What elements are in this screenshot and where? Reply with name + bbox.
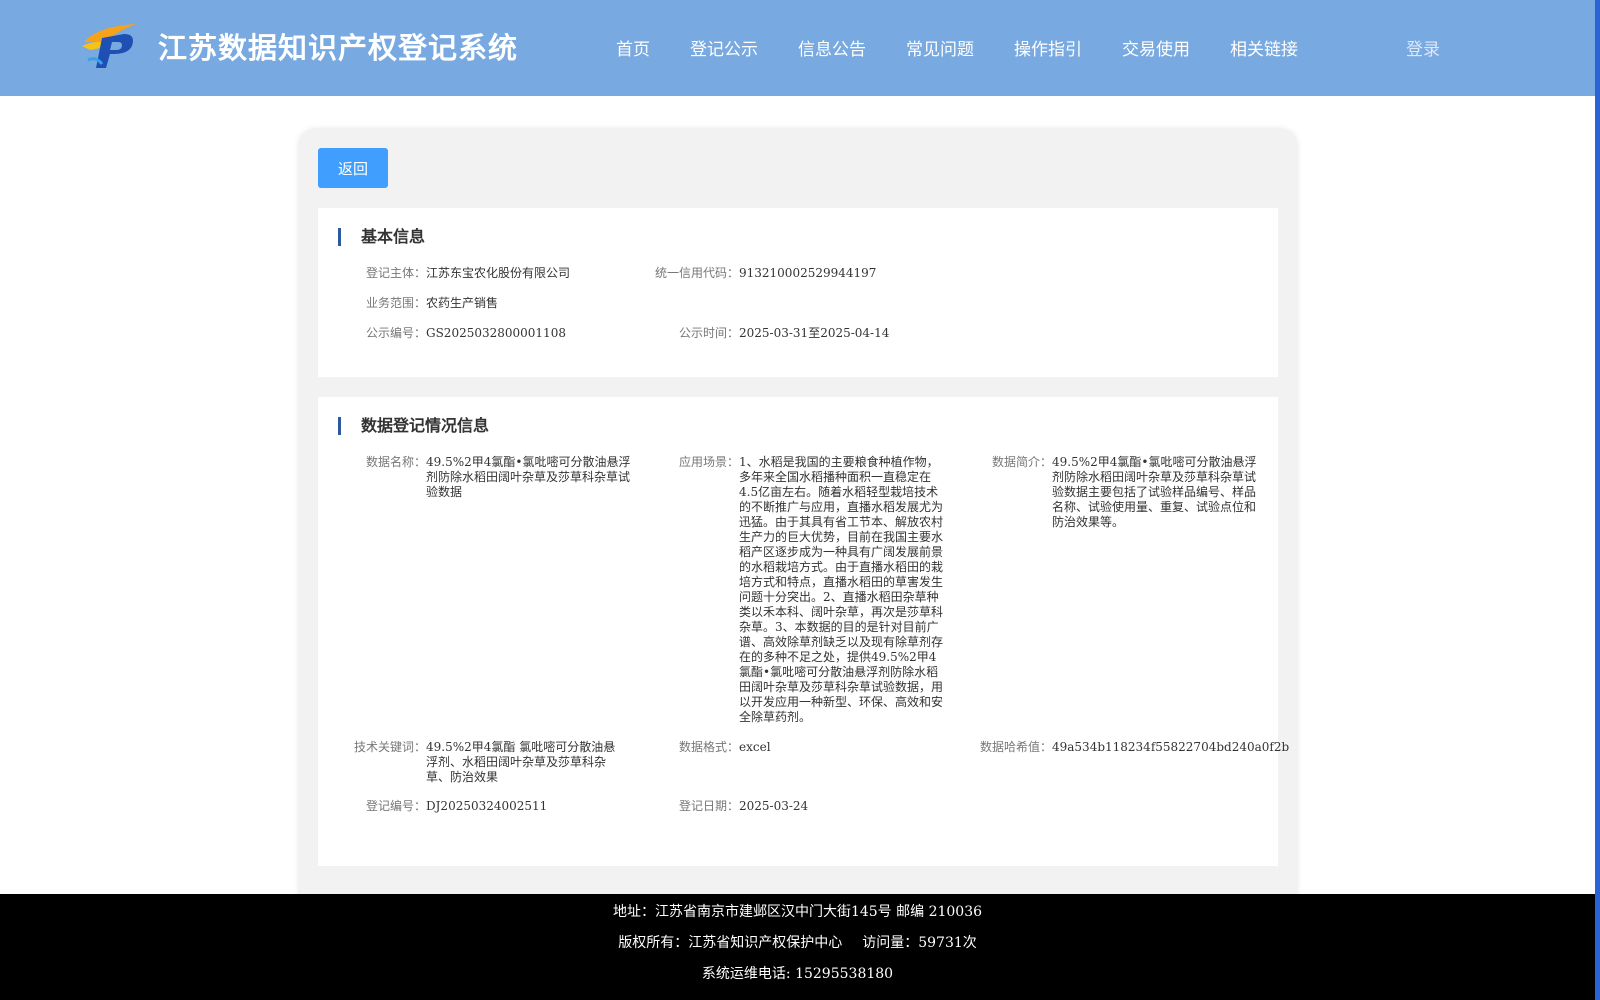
subject-label: 登记主体：	[365, 266, 426, 280]
nav-home[interactable]: 首页	[616, 35, 650, 60]
keywords-value: 49.5%2甲4氯酯 氯吡嘧可分散油悬浮剂、水稻田阔叶杂草及莎草科杂草、防治效果	[426, 740, 616, 784]
subject-value: 江苏东宝农化股份有限公司	[426, 266, 571, 280]
credit-code-value: 913210002529944197	[739, 266, 877, 280]
credit-code-field: 统一信用代码： 913210002529944197	[631, 266, 876, 281]
scope-value: 农药生产销售	[426, 296, 499, 310]
footer-address: 地址：江苏省南京市建邺区汉中门大街145号 邮编 210036	[612, 904, 983, 920]
site-title[interactable]: 江苏数据知识产权登记系统	[158, 25, 518, 67]
login-link[interactable]: 登录	[1406, 35, 1440, 60]
scrollbar[interactable]	[1595, 0, 1600, 1000]
data-registration-panel: 数据登记情况信息 数据名称： 49.5%2甲4氯酯•氯吡嘧可分散油悬浮剂防除水稻…	[318, 397, 1289, 866]
data-hash-field: 数据哈希值： 49a534b118234f55822704bd240a0f2b	[962, 740, 1289, 755]
data-format-field: 数据格式： excel	[661, 740, 771, 755]
nav-links[interactable]: 相关链接	[1230, 35, 1298, 60]
scope-field: 业务范围： 农药生产销售	[348, 296, 498, 311]
footer-copyright: 版权所有：江苏省知识产权保护中心	[618, 935, 843, 951]
data-intro-field: 数据简介： 49.5%2甲4氯酯•氯吡嘧可分散油悬浮剂防除水稻田阔叶杂草及莎草科…	[974, 455, 1258, 530]
footer-copyright-line: 版权所有：江苏省知识产权保护中心 访问量：59731次	[0, 928, 1595, 959]
data-hash-label: 数据哈希值：	[979, 740, 1052, 754]
site-footer: 地址：江苏省南京市建邺区汉中门大街145号 邮编 210036 版权所有：江苏省…	[0, 894, 1595, 1000]
data-format-value: excel	[739, 740, 771, 754]
application-scene-field: 应用场景： 1、水稻是我国的主要粮食种植作物，多年来全国水稻播种面积一直稳定在4…	[661, 455, 945, 725]
nav-announcements[interactable]: 信息公告	[798, 35, 866, 60]
publication-time-label: 公示时间：	[678, 326, 739, 340]
scope-label: 业务范围：	[365, 296, 426, 310]
subject-field: 登记主体： 江苏东宝农化股份有限公司	[348, 266, 570, 281]
basic-info-title: 基本信息	[338, 228, 425, 246]
top-header: 江苏数据知识产权登记系统 首页 登记公示 信息公告 常见问题 操作指引 交易使用…	[0, 0, 1595, 96]
publication-time-value: 2025-03-31至2025-04-14	[739, 326, 890, 340]
publication-number-field: 公示编号： GS2025032800001108	[348, 326, 566, 341]
registration-number-value: DJ20250324002511	[426, 799, 548, 813]
detail-container: 返回 基本信息 登记主体： 江苏东宝农化股份有限公司 统一信用代码： 91321…	[298, 128, 1298, 908]
nav-faq[interactable]: 常见问题	[906, 35, 974, 60]
data-format-label: 数据格式：	[678, 740, 739, 754]
data-intro-label: 数据简介：	[991, 455, 1052, 469]
data-name-label: 数据名称：	[365, 455, 426, 469]
logo-icon[interactable]	[80, 20, 140, 70]
nav-registration-public[interactable]: 登记公示	[690, 35, 758, 60]
basic-info-panel: 基本信息 登记主体： 江苏东宝农化股份有限公司 统一信用代码： 91321000…	[318, 208, 1278, 377]
data-intro-value: 49.5%2甲4氯酯•氯吡嘧可分散油悬浮剂防除水稻田阔叶杂草及莎草科杂草试验数据…	[1052, 455, 1257, 529]
application-scene-value: 1、水稻是我国的主要粮食种植作物，多年来全国水稻播种面积一直稳定在4.5亿亩左右…	[739, 455, 944, 724]
publication-number-value: GS2025032800001108	[426, 326, 566, 340]
data-hash-value: 49a534b118234f55822704bd240a0f2b	[1052, 740, 1290, 754]
keywords-field: 技术关键词： 49.5%2甲4氯酯 氯吡嘧可分散油悬浮剂、水稻田阔叶杂草及莎草科…	[348, 740, 622, 785]
application-scene-label: 应用场景：	[678, 455, 739, 469]
publication-time-field: 公示时间： 2025-03-31至2025-04-14	[631, 326, 889, 341]
data-name-value: 49.5%2甲4氯酯•氯吡嘧可分散油悬浮剂防除水稻田阔叶杂草及莎草科杂草试验数据	[426, 455, 631, 499]
nav-guide[interactable]: 操作指引	[1014, 35, 1082, 60]
footer-visits: 访问量：59731次	[862, 935, 977, 951]
publication-number-label: 公示编号：	[365, 326, 426, 340]
footer-phone: 系统运维电话: 15295538180	[701, 966, 894, 982]
registration-date-value: 2025-03-24	[739, 799, 809, 813]
keywords-label: 技术关键词：	[353, 740, 426, 754]
back-button[interactable]: 返回	[318, 148, 388, 188]
data-registration-title: 数据登记情况信息	[338, 417, 489, 435]
data-name-field: 数据名称： 49.5%2甲4氯酯•氯吡嘧可分散油悬浮剂防除水稻田阔叶杂草及莎草科…	[348, 455, 632, 500]
registration-date-label: 登记日期：	[678, 799, 739, 813]
credit-code-label: 统一信用代码：	[654, 266, 739, 280]
registration-date-field: 登记日期： 2025-03-24	[661, 799, 808, 814]
main-nav: 首页 登记公示 信息公告 常见问题 操作指引 交易使用 相关链接	[616, 35, 1338, 60]
registration-number-label: 登记编号：	[365, 799, 426, 813]
nav-trade-use[interactable]: 交易使用	[1122, 35, 1190, 60]
registration-number-field: 登记编号： DJ20250324002511	[348, 799, 547, 814]
